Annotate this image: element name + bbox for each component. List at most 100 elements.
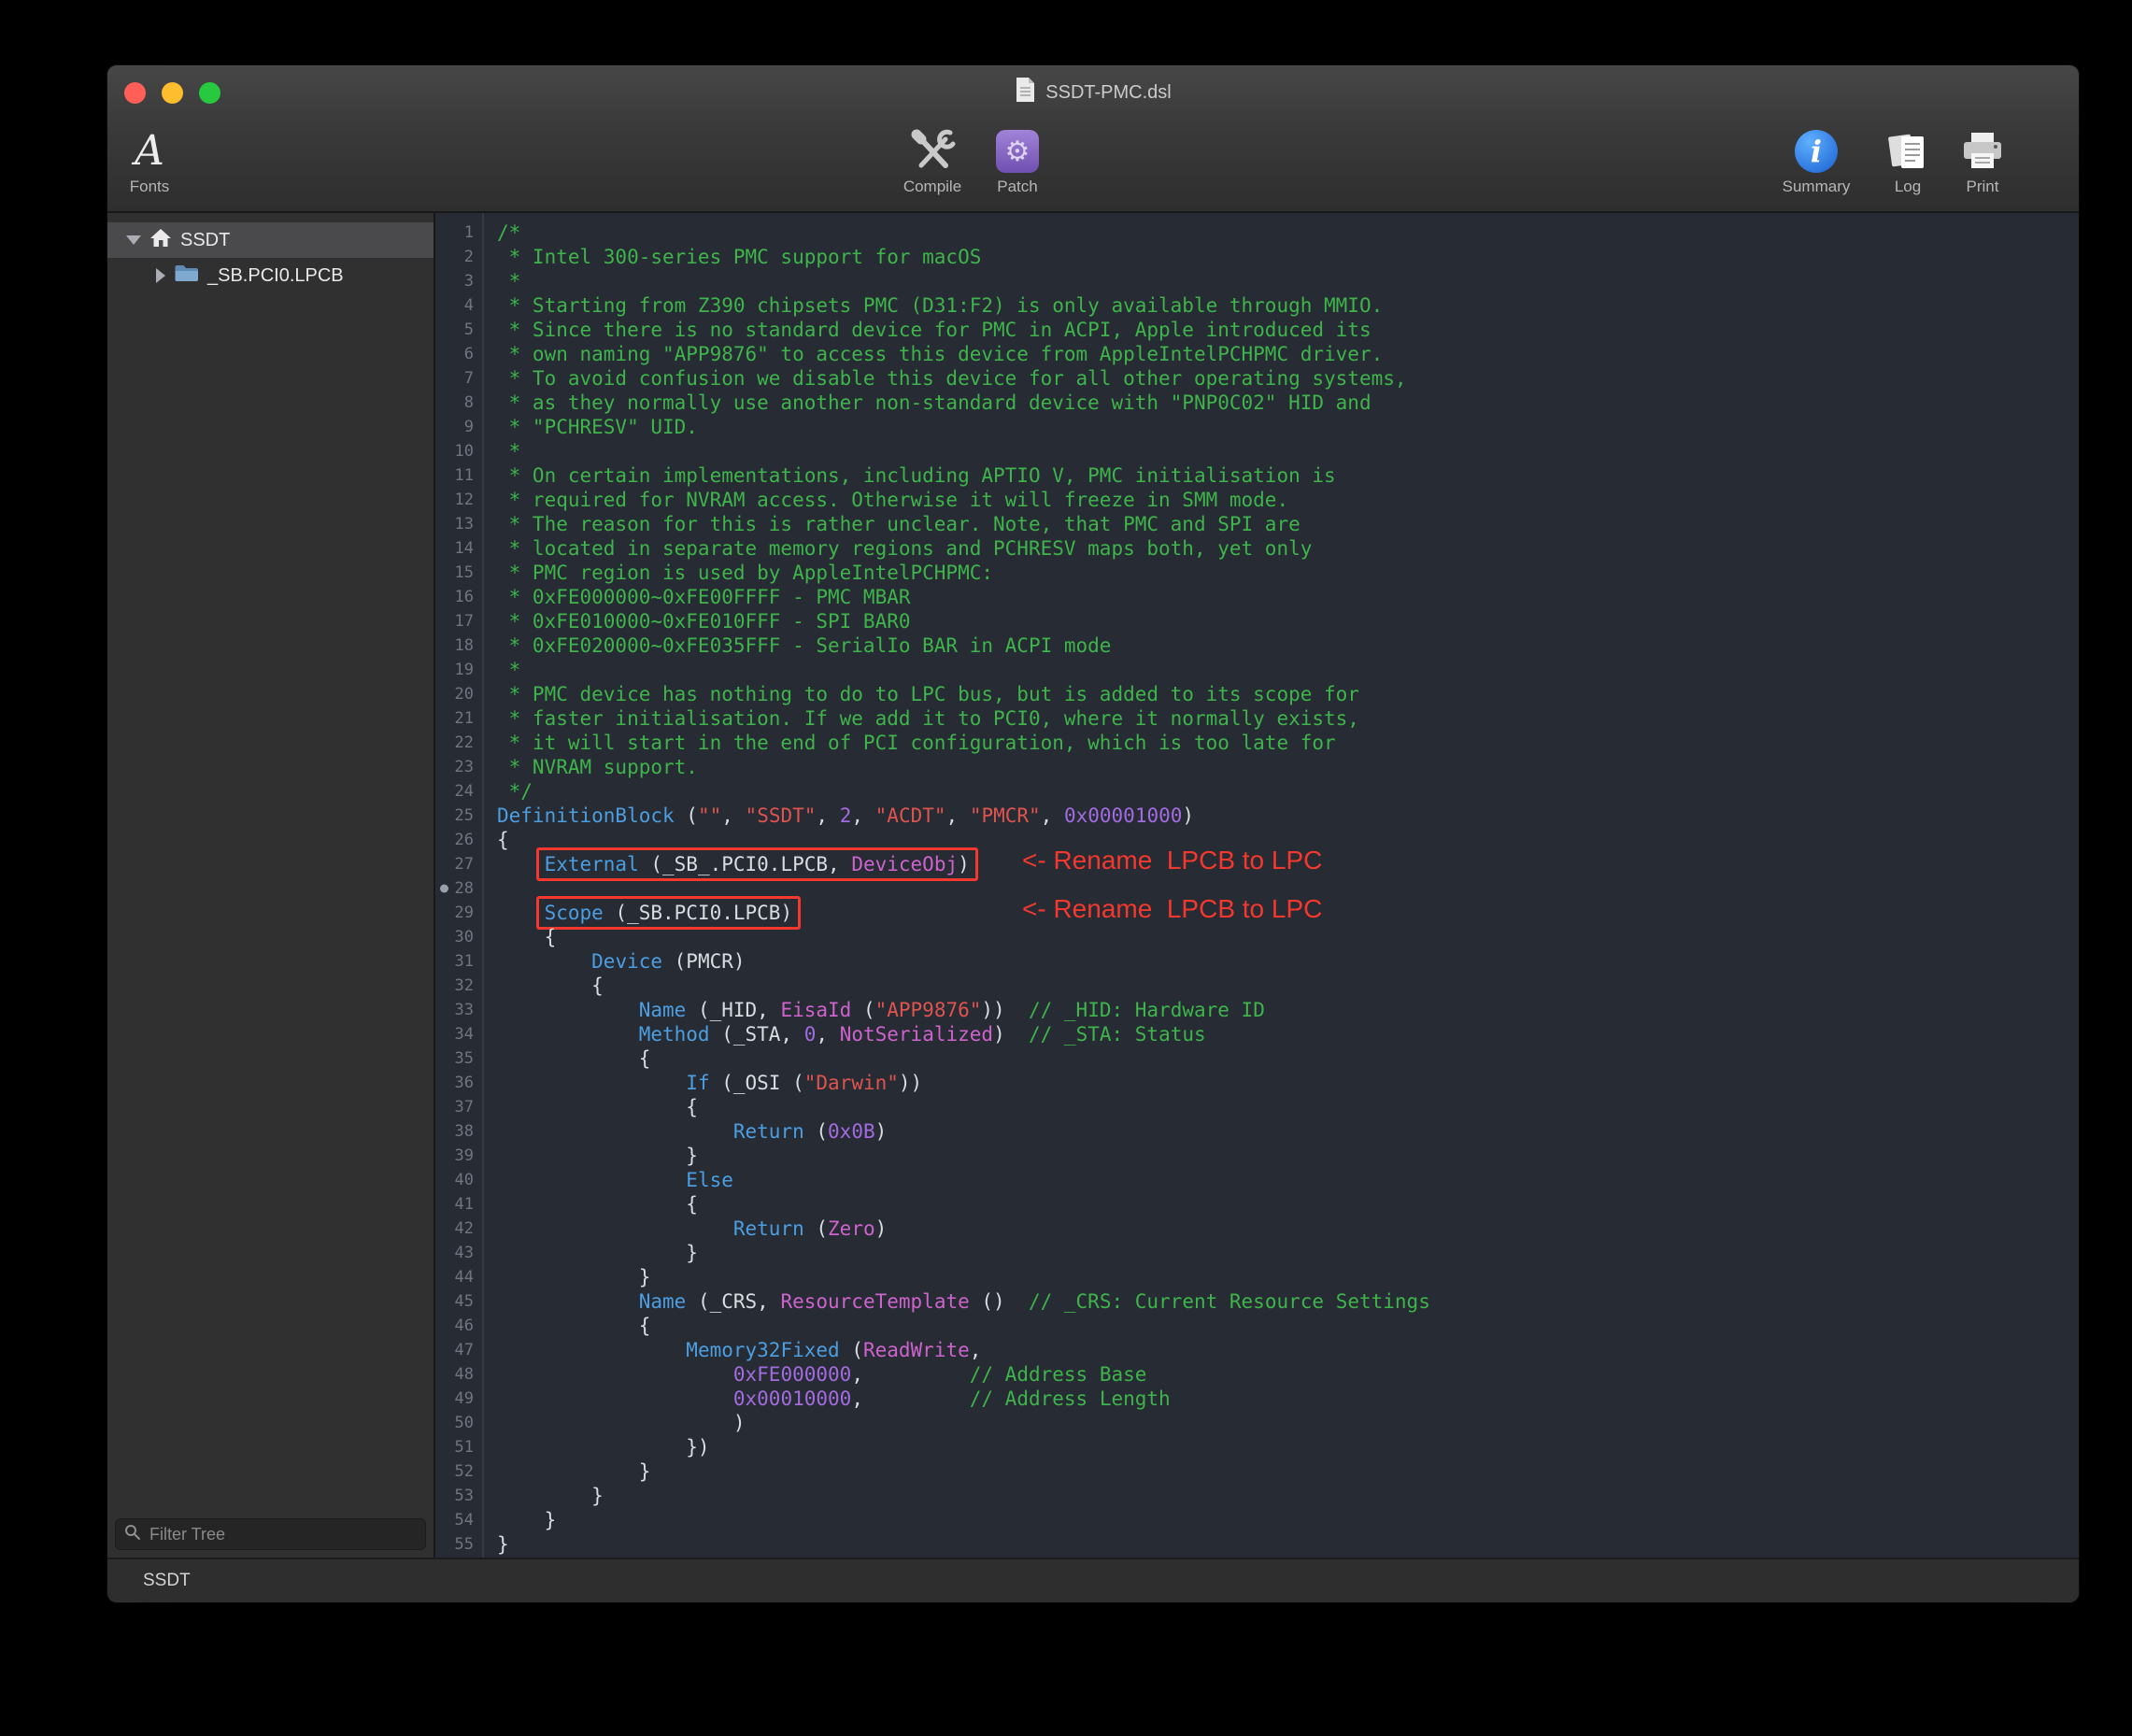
code-token: * located in separate memory regions and… [497, 537, 1312, 560]
code-line[interactable]: } [497, 1484, 2079, 1508]
code-line[interactable]: { [497, 1192, 2079, 1217]
code-line[interactable]: * Since there is no standard device for … [497, 318, 2079, 342]
sidebar-item-sb-pci0-lpcb[interactable]: _SB.PCI0.LPCB [107, 258, 434, 293]
print-button[interactable]: Print [1912, 126, 2053, 196]
code-line[interactable]: * as they normally use another non-stand… [497, 391, 2079, 415]
code-token: * 0xFE000000~0xFE00FFFF - PMC MBAR [497, 586, 911, 608]
code-token: ) [958, 853, 970, 875]
code-line[interactable]: * On certain implementations, including … [497, 463, 2079, 488]
code-token: * as they normally use another non-stand… [497, 391, 1372, 414]
rename-annotation: <- Rename LPCB to LPC [1022, 897, 1322, 921]
line-number: 19 [435, 658, 482, 682]
filter-tree-input[interactable] [148, 1524, 417, 1545]
code-line[interactable]: Return (0x0B) [497, 1119, 2079, 1144]
code-line[interactable]: 0xFE000000, // Address Base [497, 1362, 2079, 1387]
code-line[interactable]: { [497, 1046, 2079, 1071]
code-line[interactable]: * Intel 300-series PMC support for macOS [497, 245, 2079, 269]
code-line[interactable]: Return (Zero) [497, 1217, 2079, 1241]
code-line[interactable]: * NVRAM support. [497, 755, 2079, 779]
code-line[interactable]: * Starting from Z390 chipsets PMC (D31:F… [497, 293, 2079, 318]
code-line[interactable]: } [497, 1532, 2079, 1557]
code-line[interactable]: * 0xFE020000~0xFE035FFF - SerialIo BAR i… [497, 633, 2079, 658]
code-line[interactable]: * [497, 439, 2079, 463]
code-line[interactable]: } [497, 1508, 2079, 1532]
code-line[interactable]: Scope (_SB.PCI0.LPCB)<- Rename LPCB to L… [497, 901, 2079, 925]
code-token: DefinitionBlock [497, 804, 675, 827]
code-line[interactable]: * "PCHRESV" UID. [497, 415, 2079, 439]
code-token: (_STA, [710, 1023, 804, 1046]
code-token: * own naming "APP9876" to access this de… [497, 343, 1383, 365]
code-token: // Address Base [970, 1363, 1147, 1386]
code-editor[interactable]: 1234567891011121314151617181920212223242… [435, 213, 2079, 1558]
sidebar-item-ssdt[interactable]: SSDT [107, 222, 434, 258]
code-line[interactable]: ) [497, 1411, 2079, 1435]
code-token [497, 1072, 686, 1094]
code-line[interactable]: Else [497, 1168, 2079, 1192]
code-line[interactable]: * [497, 269, 2079, 293]
code-line[interactable]: * The reason for this is rather unclear.… [497, 512, 2079, 536]
code-token [497, 999, 639, 1021]
code-token: (_OSI ( [710, 1072, 804, 1094]
code-line[interactable]: } [497, 1265, 2079, 1289]
disclosure-right-icon[interactable] [156, 268, 165, 283]
code-line[interactable]: Memory32Fixed (ReadWrite, [497, 1338, 2079, 1362]
code-line[interactable]: Method (_STA, 0, NotSerialized) // _STA:… [497, 1022, 2079, 1046]
code-line[interactable]: } [497, 1144, 2079, 1168]
fonts-button[interactable]: A Fonts [107, 126, 220, 196]
code-token: * [497, 270, 520, 292]
code-line[interactable]: } [497, 1459, 2079, 1484]
code-token: * [497, 440, 520, 462]
code-line[interactable]: * To avoid confusion we disable this dev… [497, 366, 2079, 391]
code-line[interactable]: * 0xFE000000~0xFE00FFFF - PMC MBAR [497, 585, 2079, 609]
code-line[interactable]: * required for NVRAM access. Otherwise i… [497, 488, 2079, 512]
code-line[interactable]: Name (_HID, EisaId ("APP9876")) // _HID:… [497, 998, 2079, 1022]
window-titlebar[interactable]: SSDT-PMC.dsl [107, 65, 2079, 120]
line-number: 52 [435, 1459, 482, 1484]
disclosure-down-icon[interactable] [126, 235, 141, 245]
rename-annotation: <- Rename LPCB to LPC [1022, 848, 1322, 873]
code-line[interactable]: * located in separate memory regions and… [497, 536, 2079, 561]
code-line[interactable]: * it will start in the end of PCI config… [497, 731, 2079, 755]
code-line[interactable]: */ [497, 779, 2079, 804]
minimize-button[interactable] [162, 82, 183, 104]
code-token: (_CRS, [686, 1290, 780, 1313]
close-button[interactable] [124, 82, 146, 104]
code-token: 0x00010000 [733, 1387, 851, 1410]
code-line[interactable]: * PMC device has nothing to do to LPC bu… [497, 682, 2079, 706]
code-line[interactable]: * own naming "APP9876" to access this de… [497, 342, 2079, 366]
document-icon [1015, 77, 1036, 108]
code-line[interactable]: /* [497, 221, 2079, 245]
code-token: )) [981, 999, 1029, 1021]
line-number: 49 [435, 1387, 482, 1411]
code-line[interactable]: * [497, 658, 2079, 682]
patch-button[interactable]: ⚙ Patch [947, 126, 1087, 196]
code-line[interactable]: { [497, 925, 2079, 949]
code-line[interactable]: * PMC region is used by AppleIntelPCHPMC… [497, 561, 2079, 585]
code-token: * it will start in the end of PCI config… [497, 732, 1336, 754]
code-line[interactable]: } [497, 1241, 2079, 1265]
code-token: * Since there is no standard device for … [497, 319, 1372, 341]
code-line[interactable]: Name (_CRS, ResourceTemplate () // _CRS:… [497, 1289, 2079, 1314]
code-line[interactable]: { [497, 974, 2079, 998]
code-token: ) [875, 1120, 888, 1143]
code-token: // _HID: Hardware ID [1029, 999, 1265, 1021]
code-line[interactable]: { [497, 1314, 2079, 1338]
line-number: 41 [435, 1192, 482, 1217]
code-line[interactable]: * 0xFE010000~0xFE010FFF - SPI BAR0 [497, 609, 2079, 633]
line-number: 8 [435, 391, 482, 415]
code-line[interactable]: External (_SB_.PCI0.LPCB, DeviceObj)<- R… [497, 852, 2079, 876]
code-token: } [497, 1509, 556, 1531]
code-line[interactable]: If (_OSI ("Darwin")) [497, 1071, 2079, 1095]
zoom-button[interactable] [199, 82, 220, 104]
code-line[interactable]: * faster initialisation. If we add it to… [497, 706, 2079, 731]
code-line[interactable]: DefinitionBlock ("", "SSDT", 2, "ACDT", … [497, 804, 2079, 828]
code-line[interactable]: 0x00010000, // Address Length [497, 1387, 2079, 1411]
code-line[interactable]: Device (PMCR) [497, 949, 2079, 974]
code-token: * On certain implementations, including … [497, 464, 1336, 487]
code-line[interactable]: }) [497, 1435, 2079, 1459]
printer-icon [1960, 126, 2005, 177]
code-token: "Darwin" [804, 1072, 899, 1094]
code-line[interactable]: { [497, 1095, 2079, 1119]
code-token: "" [698, 804, 721, 827]
code-token [497, 1169, 686, 1191]
